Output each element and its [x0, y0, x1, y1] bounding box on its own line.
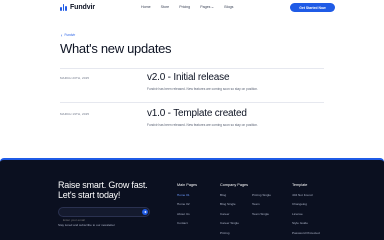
divider — [60, 68, 324, 69]
footer-link-team[interactable]: Team — [252, 202, 284, 211]
brand-name: Fundvir — [70, 4, 95, 11]
entry-date: MARCH 20TH, 2025 — [60, 76, 90, 80]
site-footer: Raise smart. Grow fast. Let's start toda… — [0, 158, 384, 240]
footer-col-template: Template 404 Not Found Changelog License… — [292, 183, 320, 240]
footer-company-grid: Blog Blog Single Career Career Single Pr… — [220, 193, 284, 240]
nav-link-pages[interactable]: Pages — [200, 5, 214, 9]
entry-title: v1.0 - Template created — [147, 108, 247, 119]
breadcrumb[interactable]: Fundvir — [60, 33, 75, 37]
footer-company-col-2: Pricing Single Team Team Single — [252, 193, 284, 240]
nav-link-blogs[interactable]: Blogs — [224, 5, 233, 9]
footer-col-company-pages: Company Pages Blog Blog Single Career Ca… — [220, 183, 284, 240]
newsletter-submit-button[interactable] — [142, 209, 148, 215]
entry-description: Fundvir has been released. New features … — [147, 123, 258, 127]
chevron-left-icon — [60, 33, 63, 37]
footer-link-about[interactable]: About Us — [177, 212, 197, 221]
footer-col-main-pages: Main Pages Home 01 Home 02 About Us Cont… — [177, 183, 197, 231]
footer-link-home-01[interactable]: Home 01 — [177, 193, 197, 202]
nav-link-store[interactable]: Store — [161, 5, 170, 9]
footer-link-changelog[interactable]: Changelog — [292, 202, 320, 211]
arrow-right-icon — [143, 210, 147, 214]
footer-col-title: Template — [292, 183, 308, 187]
footer-link-license[interactable]: License — [292, 212, 320, 221]
footer-headline-line-2: Let's start today! — [58, 190, 121, 200]
logo-icon — [60, 4, 68, 11]
page-title: What's new updates — [60, 41, 172, 56]
entry-title: v2.0 - Initial release — [147, 72, 230, 83]
entry-description: Fundvir has been released. New features … — [147, 87, 258, 91]
footer-link-contact[interactable]: Contact — [177, 221, 197, 230]
footer-link-home-02[interactable]: Home 02 — [177, 202, 197, 211]
footer-link-style-guide[interactable]: Style Guide — [292, 221, 320, 230]
newsletter-note: Stay tuned and subscribe to our newslett… — [58, 223, 115, 227]
footer-link-career-single[interactable]: Career Single — [220, 221, 252, 230]
entry-date: MARCH 19TH, 2025 — [60, 112, 90, 116]
footer-link-career[interactable]: Career — [220, 212, 252, 221]
footer-link-blog[interactable]: Blog — [220, 193, 252, 202]
newsletter-form — [58, 207, 150, 224]
footer-headline: Raise smart. Grow fast. Let's start toda… — [58, 180, 148, 200]
get-started-button[interactable]: Get Started Now — [290, 3, 335, 12]
footer-link-pricing-single[interactable]: Pricing Single — [252, 193, 284, 202]
nav-link-pricing[interactable]: Pricing — [179, 5, 190, 9]
nav-link-home[interactable]: Home — [141, 5, 151, 9]
brand-logo[interactable]: Fundvir — [60, 4, 95, 11]
footer-company-col-1: Blog Blog Single Career Career Single Pr… — [220, 193, 252, 240]
divider — [60, 102, 324, 103]
footer-link-team-single[interactable]: Team Single — [252, 212, 284, 221]
chevron-down-icon — [211, 6, 214, 8]
nav-menu: Home Store Pricing Pages Blogs — [141, 5, 233, 9]
footer-col-title: Main Pages — [177, 183, 198, 187]
footer-link-blog-single[interactable]: Blog Single — [220, 202, 252, 211]
footer-link-password-protected[interactable]: Password Protected — [292, 231, 320, 240]
footer-link-404[interactable]: 404 Not Found — [292, 193, 320, 202]
breadcrumb-label: Fundvir — [64, 33, 76, 37]
nav-link-pages-label: Pages — [200, 5, 211, 9]
top-nav: Fundvir Home Store Pricing Pages Blogs G… — [0, 0, 384, 18]
footer-headline-line-1: Raise smart. Grow fast. — [58, 180, 148, 190]
footer-col-title: Company Pages — [220, 183, 249, 187]
footer-link-pricing[interactable]: Pricing — [220, 231, 252, 240]
